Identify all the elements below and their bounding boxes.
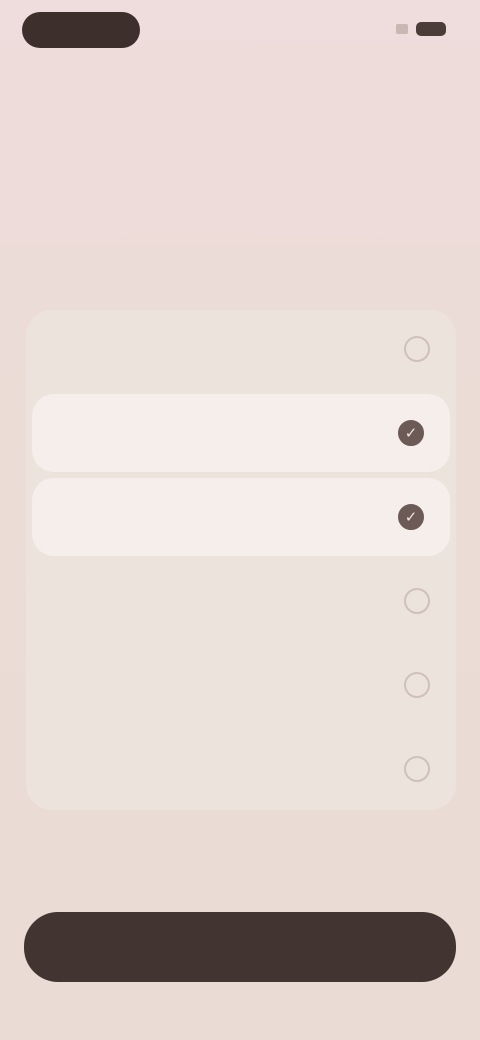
options-list: ✓ ✓ xyxy=(26,310,456,810)
checkbox-icon xyxy=(404,588,430,614)
checkbox-icon xyxy=(404,756,430,782)
skip-button[interactable] xyxy=(400,96,446,114)
option-1[interactable] xyxy=(26,310,456,388)
status-icons xyxy=(396,22,446,36)
status-time-pill xyxy=(22,12,140,48)
signal-icon xyxy=(396,24,408,34)
check-icon: ✓ xyxy=(398,420,424,446)
option-3[interactable]: ✓ xyxy=(32,478,450,556)
checkbox-icon xyxy=(404,672,430,698)
status-bar xyxy=(0,0,480,60)
continue-button[interactable] xyxy=(24,912,456,982)
option-2[interactable]: ✓ xyxy=(32,394,450,472)
battery-icon xyxy=(416,22,446,36)
check-icon: ✓ xyxy=(398,504,424,530)
option-4[interactable] xyxy=(26,562,456,640)
option-5[interactable] xyxy=(26,646,456,724)
checkbox-icon xyxy=(404,336,430,362)
option-6[interactable] xyxy=(26,730,456,808)
